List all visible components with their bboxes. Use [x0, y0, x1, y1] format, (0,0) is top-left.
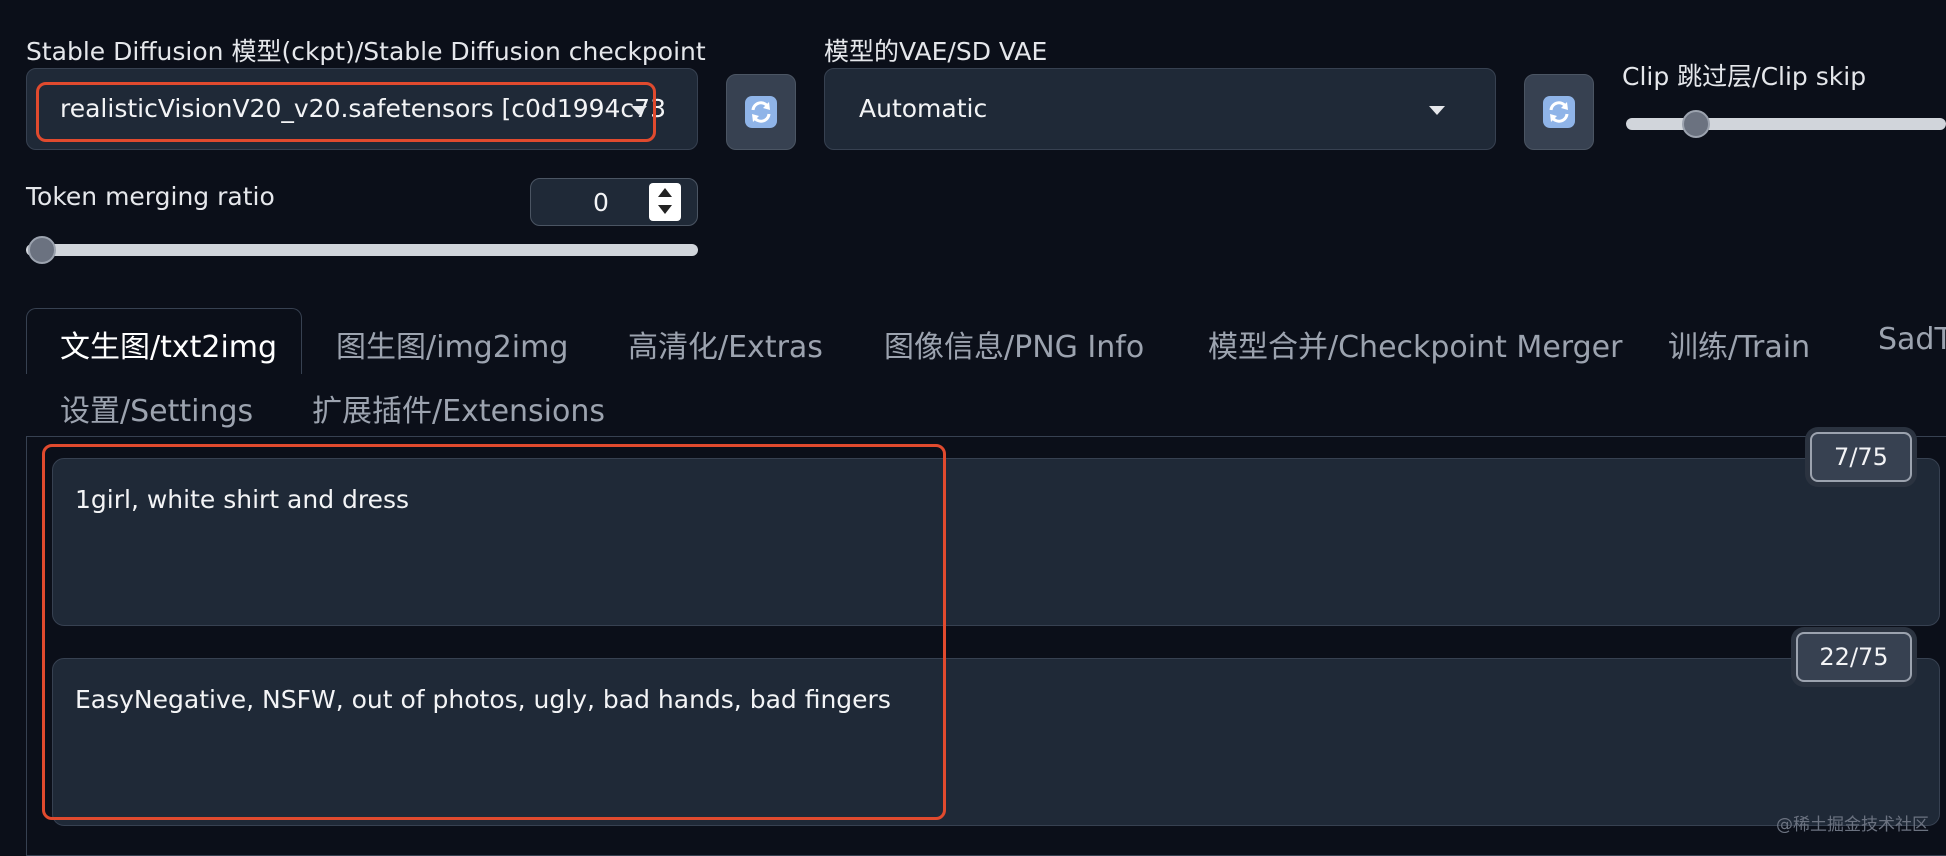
- spinner-down-icon[interactable]: [658, 205, 672, 214]
- tab-settings[interactable]: 设置/Settings: [60, 386, 253, 430]
- negative-prompt-token-counter: 22/75: [1796, 632, 1912, 682]
- watermark: @稀土掘金技术社区: [1776, 815, 1929, 835]
- token-merging-number-input[interactable]: 0: [530, 178, 698, 226]
- refresh-checkpoint-button[interactable]: [726, 74, 796, 150]
- tab-img2img[interactable]: 图生图/img2img: [336, 322, 568, 366]
- spinner-up-icon[interactable]: [658, 188, 672, 197]
- tab-sadtalker[interactable]: SadT: [1878, 322, 1946, 357]
- tab-png-info[interactable]: 图像信息/PNG Info: [884, 322, 1144, 366]
- tab-extensions[interactable]: 扩展插件/Extensions: [312, 386, 605, 430]
- chevron-down-icon: [1429, 106, 1445, 115]
- highlight-box-checkpoint: [36, 82, 656, 142]
- token-merging-value: 0: [593, 188, 609, 217]
- refresh-icon: [1543, 96, 1575, 128]
- token-merging-slider-thumb[interactable]: [28, 236, 56, 264]
- token-merging-slider-track[interactable]: [26, 244, 698, 256]
- number-spinner[interactable]: [649, 183, 681, 221]
- clip-skip-slider-track[interactable]: [1626, 118, 1946, 130]
- token-merging-label: Token merging ratio: [26, 182, 275, 211]
- vae-label: 模型的VAE/SD VAE: [824, 37, 1048, 66]
- clip-skip-slider-thumb[interactable]: [1682, 110, 1710, 138]
- clip-skip-label: Clip 跳过层/Clip skip: [1622, 62, 1867, 91]
- tab-extras[interactable]: 高清化/Extras: [628, 322, 823, 366]
- tab-checkpoint-merger[interactable]: 模型合并/Checkpoint Merger: [1208, 322, 1622, 366]
- highlight-box-prompts: [42, 444, 946, 820]
- tab-txt2img[interactable]: 文生图/txt2img: [60, 322, 277, 366]
- prompt-token-counter: 7/75: [1810, 432, 1912, 482]
- vae-dropdown[interactable]: Automatic: [824, 68, 1496, 150]
- vae-value: Automatic: [859, 94, 988, 123]
- tab-train[interactable]: 训练/Train: [1668, 322, 1810, 366]
- refresh-icon: [745, 96, 777, 128]
- refresh-vae-button[interactable]: [1524, 74, 1594, 150]
- checkpoint-label: Stable Diffusion 模型(ckpt)/Stable Diffusi…: [26, 37, 706, 66]
